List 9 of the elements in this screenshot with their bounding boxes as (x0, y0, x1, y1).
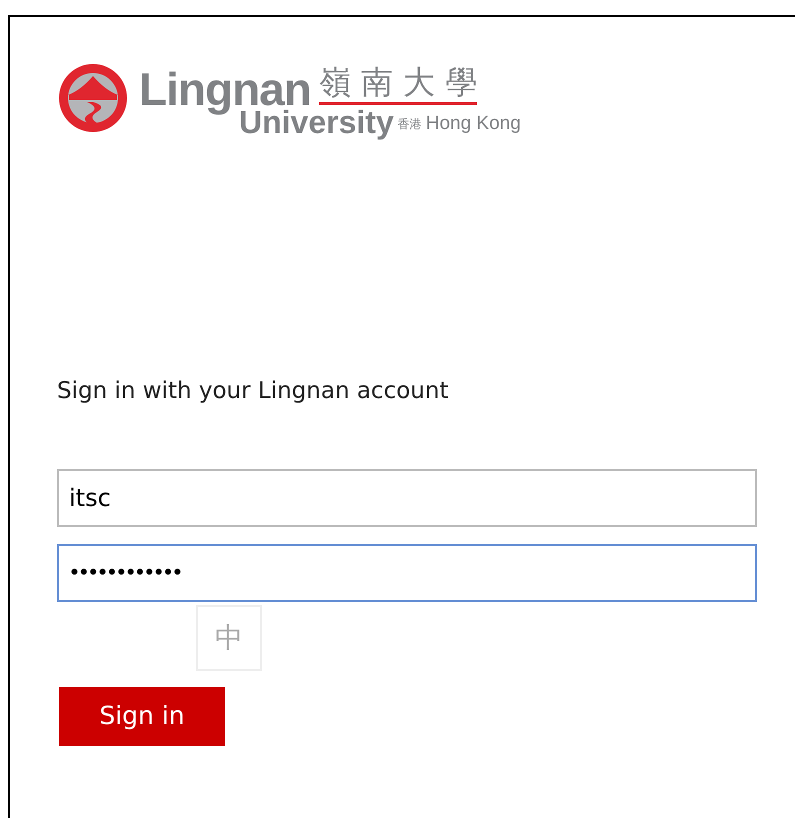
password-field[interactable]: •••••••••••• (57, 544, 757, 602)
sign-in-heading: Sign in with your Lingnan account (57, 377, 450, 406)
username-field[interactable]: itsc (57, 468, 757, 526)
ime-indicator: 中 (196, 605, 262, 671)
logo-location: Hong Kong (426, 112, 521, 136)
logo-location-chinese: 香港 (398, 116, 422, 133)
sign-in-button[interactable]: Sign in (59, 686, 225, 746)
emblem-icon (57, 62, 129, 134)
logo-chinese-name: 嶺 南 大 學 (318, 60, 478, 105)
